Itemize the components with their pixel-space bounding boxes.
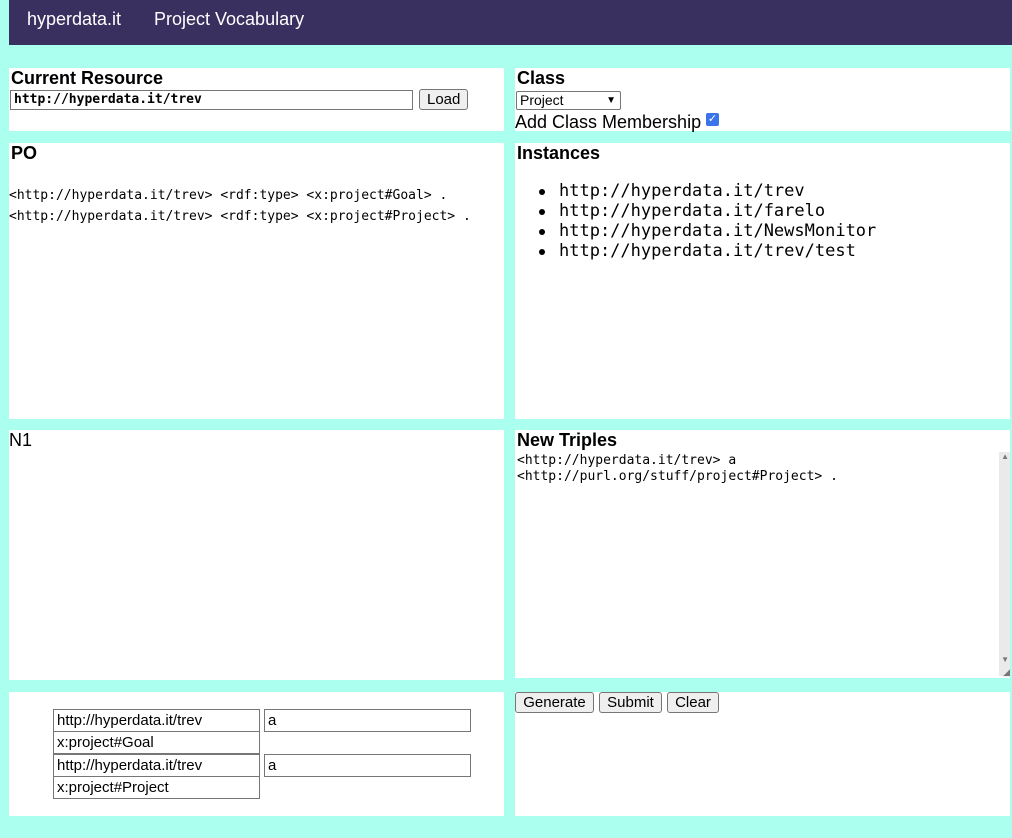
instances-heading: Instances [517, 143, 601, 163]
current-resource-heading: Current Resource [11, 68, 164, 88]
predicate-field[interactable]: a [264, 754, 471, 777]
instances-list: http://hyperdata.it/trev http://hyperdat… [538, 181, 876, 261]
nav-link-hyperdata[interactable]: hyperdata.it [27, 9, 121, 30]
submit-button[interactable]: Submit [599, 692, 662, 713]
class-heading: Class [517, 68, 566, 88]
new-triples-textarea[interactable]: <http://hyperdata.it/trev> a <http://pur… [517, 453, 997, 485]
subject-field[interactable]: http://hyperdata.it/trev [53, 709, 260, 732]
object-field[interactable]: x:project#Goal [53, 731, 260, 754]
actions-panel: Generate Submit Clear [515, 692, 1010, 816]
scroll-up-icon[interactable]: ▲ [1001, 452, 1009, 461]
class-select-value: Project [520, 92, 564, 108]
instance-link[interactable]: http://hyperdata.it/trev [538, 181, 876, 201]
scroll-down-icon[interactable]: ▼ [1001, 655, 1009, 664]
po-triples: <http://hyperdata.it/trev> <rdf:type> <x… [9, 185, 500, 227]
new-triples-scrollbar[interactable]: ▲ ▼ [999, 452, 1010, 676]
instance-link[interactable]: http://hyperdata.it/trev/test [538, 241, 876, 261]
resize-handle-icon[interactable]: ◢ [1003, 667, 1010, 678]
class-panel: Class Project ▼ Add Class Membership ✓ [515, 68, 1010, 132]
new-triples-panel: New Triples <http://hyperdata.it/trev> a… [515, 430, 1010, 678]
top-nav: hyperdata.it Project Vocabulary [9, 0, 1012, 45]
new-triples-heading: New Triples [517, 430, 618, 450]
instances-panel: Instances http://hyperdata.it/trev http:… [515, 143, 1010, 419]
po-heading: PO [11, 143, 38, 163]
add-class-membership-label: Add Class Membership [515, 112, 702, 132]
add-class-membership-checkbox[interactable]: ✓ [706, 113, 719, 126]
instance-link[interactable]: http://hyperdata.it/NewsMonitor [538, 221, 876, 241]
nav-link-project-vocabulary[interactable]: Project Vocabulary [154, 9, 304, 30]
chevron-down-icon: ▼ [606, 95, 616, 106]
load-button[interactable]: Load [419, 89, 469, 110]
instance-link[interactable]: http://hyperdata.it/farelo [538, 201, 876, 221]
po-triple: <http://hyperdata.it/trev> <rdf:type> <x… [9, 209, 471, 224]
subject-field[interactable]: http://hyperdata.it/trev [53, 754, 260, 777]
po-panel: PO <http://hyperdata.it/trev> <rdf:type>… [9, 143, 504, 419]
n1-label: N1 [9, 430, 33, 450]
po-triple: <http://hyperdata.it/trev> <rdf:type> <x… [9, 188, 448, 203]
object-field[interactable]: x:project#Project [53, 776, 260, 799]
current-resource-panel: Current Resource http://hyperdata.it/tre… [9, 68, 504, 131]
clear-button[interactable]: Clear [667, 692, 719, 713]
current-resource-input[interactable]: http://hyperdata.it/trev [10, 90, 413, 110]
n1-panel: N1 [9, 430, 504, 680]
class-select[interactable]: Project ▼ [516, 91, 621, 110]
triple-editor-panel: http://hyperdata.it/trev a x:project#Goa… [9, 692, 504, 816]
predicate-field[interactable]: a [264, 709, 471, 732]
generate-button[interactable]: Generate [515, 692, 594, 713]
